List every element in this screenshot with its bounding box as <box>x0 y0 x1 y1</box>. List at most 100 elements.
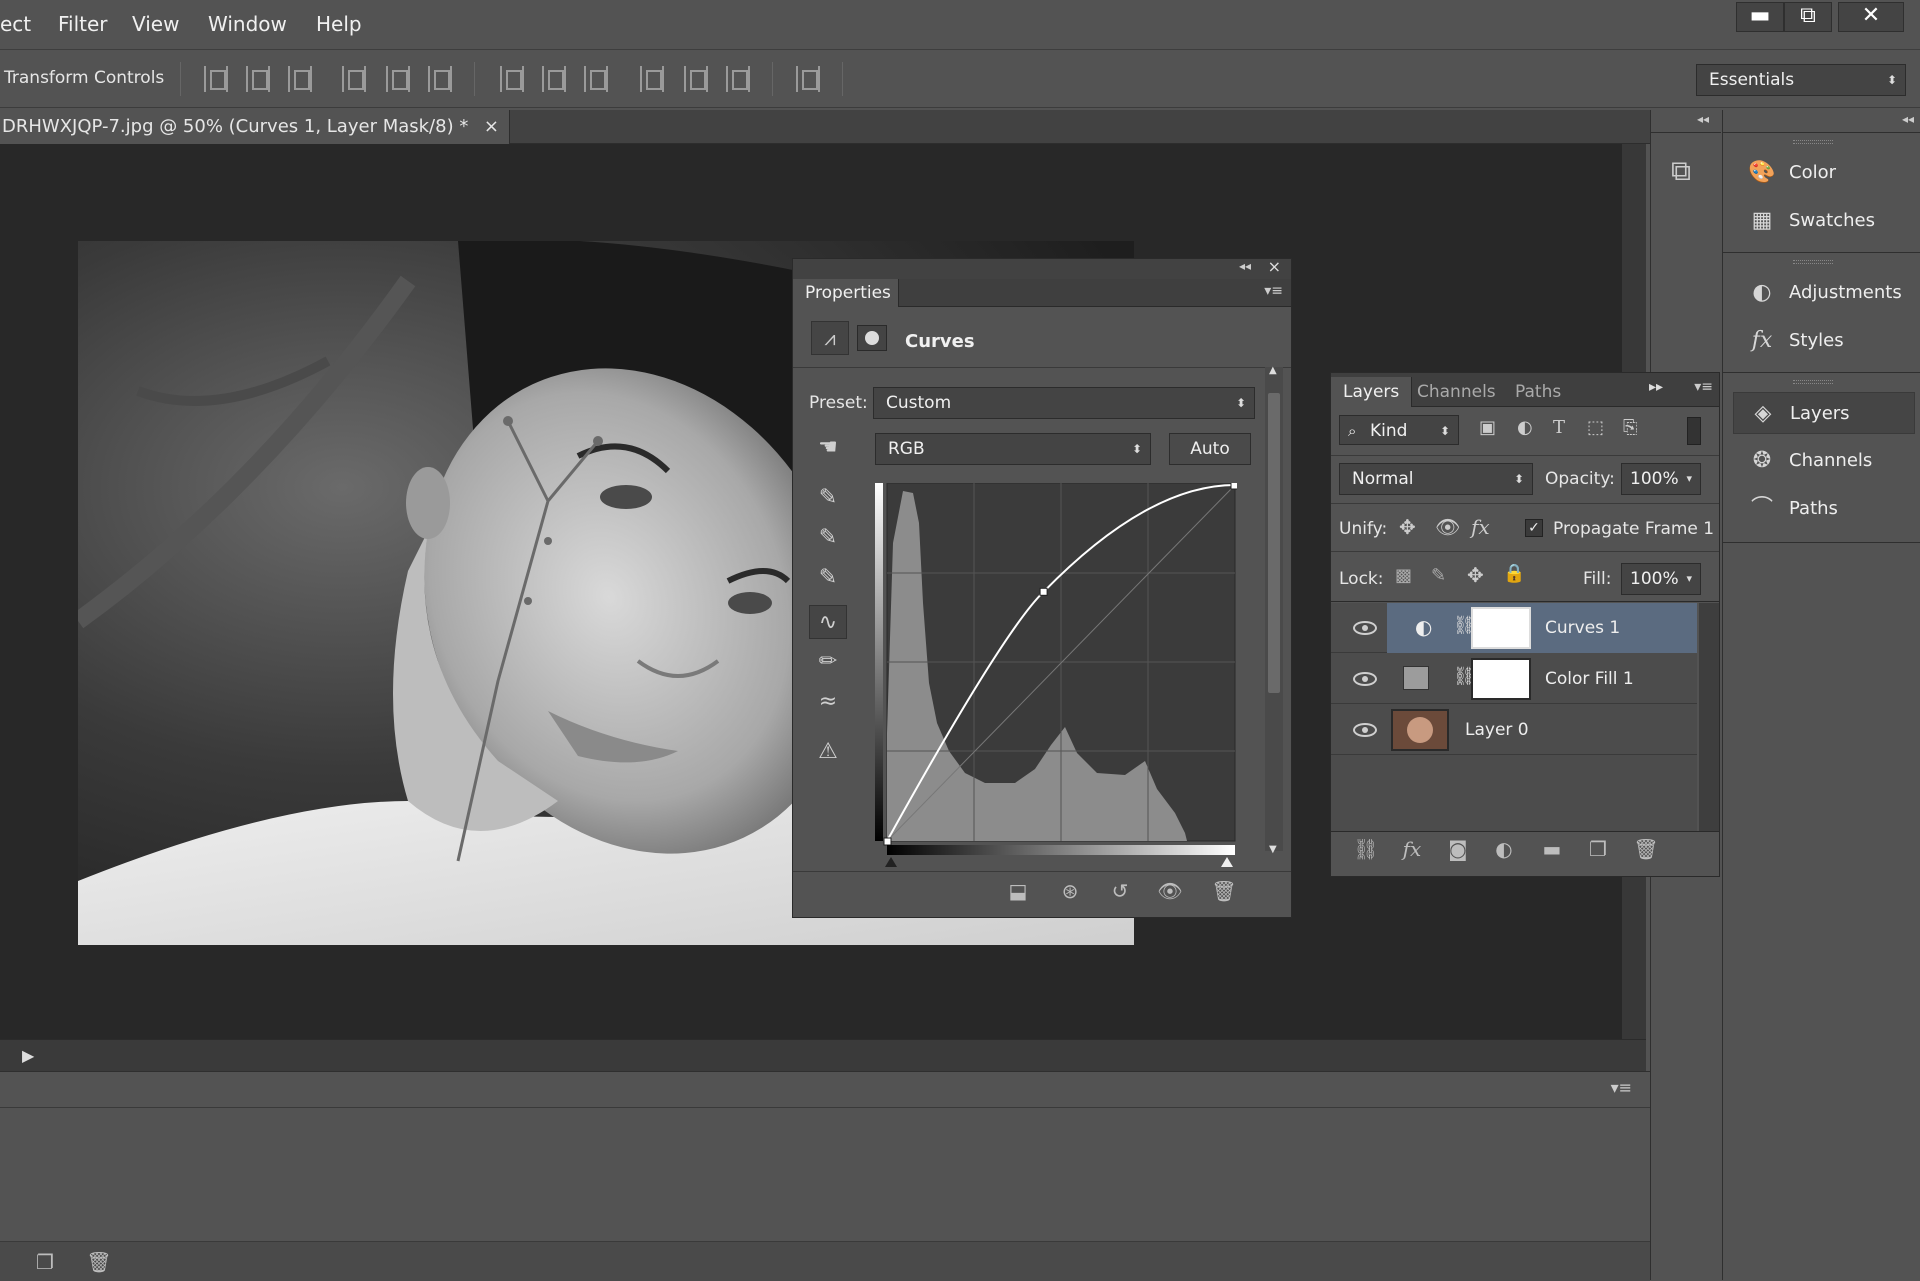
gray-eyedropper-icon[interactable]: ✎ <box>809 521 847 555</box>
clipping-warning-icon[interactable]: ⚠ <box>809 735 847 769</box>
layer-mask-thumbnail[interactable] <box>1471 658 1531 700</box>
visibility-eye-icon[interactable] <box>1353 672 1377 686</box>
filter-adjustment-icon[interactable]: ◐ <box>1517 417 1533 438</box>
menu-window[interactable]: Window <box>208 12 287 36</box>
close-window-button[interactable]: ✕ <box>1838 2 1904 32</box>
align-left-icon[interactable] <box>342 66 366 92</box>
scroll-down-icon[interactable]: ▼ <box>1269 844 1277 855</box>
close-tab-icon[interactable]: × <box>484 110 499 144</box>
visibility-eye-icon[interactable] <box>1353 621 1377 635</box>
properties-scrollbar[interactable]: ▲ ▼ <box>1265 365 1283 855</box>
dock-item-layers[interactable]: ◈ Layers <box>1733 392 1915 434</box>
dock-item-swatches[interactable]: ▦ Swatches <box>1733 200 1915 242</box>
panel-menu-icon[interactable]: ▾≡ <box>1694 379 1713 395</box>
restore-button[interactable]: ⧉ <box>1784 2 1832 32</box>
white-eyedropper-icon[interactable]: ✎ <box>809 561 847 595</box>
menu-filter[interactable]: Filter <box>58 12 108 36</box>
clip-to-layer-icon[interactable]: ⬓ <box>1003 879 1033 903</box>
new-layer-icon[interactable]: ❐ <box>1583 837 1613 861</box>
blend-mode-dropdown[interactable]: Normal ⬍ <box>1339 463 1533 495</box>
reset-icon[interactable]: ↺ <box>1105 879 1135 903</box>
align-vcenter-icon[interactable] <box>246 66 270 92</box>
unify-visibility-icon[interactable]: 👁 <box>1435 515 1460 539</box>
black-eyedropper-icon[interactable]: ✎ <box>809 481 847 515</box>
panel-grip[interactable] <box>1793 380 1833 384</box>
opacity-field[interactable]: 100% ▾ <box>1621 463 1701 495</box>
new-frame-icon[interactable]: ❐ <box>30 1250 60 1274</box>
auto-align-icon[interactable] <box>796 66 820 92</box>
distribute-top-icon[interactable] <box>500 66 524 92</box>
dock-item-adjustments[interactable]: ◐ Adjustments <box>1733 272 1915 314</box>
collapse-icon[interactable]: ◂◂ <box>1239 259 1251 273</box>
panel-grip[interactable] <box>1793 140 1833 144</box>
lock-all-icon[interactable]: 🔒 <box>1503 563 1525 584</box>
mask-icon[interactable] <box>857 325 887 351</box>
history-icon[interactable]: ⧉ <box>1671 154 1691 188</box>
delete-layer-icon[interactable]: 🗑 <box>1631 837 1661 861</box>
filter-toggle[interactable] <box>1687 417 1701 445</box>
layer-name[interactable]: Layer 0 <box>1465 705 1529 755</box>
layer-row-layer0[interactable]: Layer 0 <box>1331 705 1697 755</box>
smooth-curve-icon[interactable]: ≈ <box>809 685 847 719</box>
play-icon[interactable]: ▶ <box>22 1046 34 1065</box>
filter-shape-icon[interactable]: ⬚ <box>1587 417 1604 438</box>
fill-field[interactable]: 100% ▾ <box>1621 563 1701 595</box>
collapse-dock-icon[interactable]: ◂◂ <box>1902 112 1914 126</box>
new-group-icon[interactable]: ▬ <box>1537 837 1567 861</box>
layer-row-color-fill[interactable]: ⛓ Color Fill 1 <box>1331 654 1697 704</box>
panel-grip[interactable] <box>1793 260 1833 264</box>
target-adjust-hand-icon[interactable]: ☚ <box>809 431 847 465</box>
layer-thumbnail[interactable] <box>1391 709 1449 751</box>
view-previous-state-icon[interactable]: ⊛ <box>1055 879 1085 903</box>
pencil-icon[interactable]: ✏ <box>809 645 847 679</box>
workspace-dropdown[interactable]: Essentials ⬍ <box>1696 64 1906 96</box>
filter-kind-dropdown[interactable]: ⌕ Kind ⬍ <box>1339 415 1459 445</box>
delete-adjustment-icon[interactable]: 🗑 <box>1209 879 1239 903</box>
menu-select[interactable]: ect <box>0 12 31 36</box>
curve-edit-icon[interactable]: ∿ <box>809 605 847 639</box>
distribute-left-icon[interactable] <box>640 66 664 92</box>
align-bottom-icon[interactable] <box>288 66 312 92</box>
layer-name[interactable]: Color Fill 1 <box>1545 654 1634 704</box>
horizontal-scrollbar[interactable]: ▶ <box>0 1039 1646 1071</box>
align-top-icon[interactable] <box>204 66 228 92</box>
menu-help[interactable]: Help <box>316 12 362 36</box>
channel-dropdown[interactable]: RGB ⬍ <box>875 433 1151 465</box>
menu-view[interactable]: View <box>132 12 179 36</box>
distribute-vcenter-icon[interactable] <box>542 66 566 92</box>
curves-adjustment-icon[interactable]: ⩘ <box>811 321 849 355</box>
dock-item-channels[interactable]: ❂ Channels <box>1733 440 1915 482</box>
document-tab[interactable]: DRHWXJQP-7.jpg @ 50% (Curves 1, Layer Ma… <box>0 110 510 144</box>
visibility-eye-icon[interactable] <box>1353 723 1377 737</box>
preset-dropdown[interactable]: Custom ⬍ <box>873 387 1255 419</box>
lock-position-icon[interactable]: ✥ <box>1467 563 1484 587</box>
filter-type-icon[interactable]: T <box>1553 417 1565 438</box>
add-mask-icon[interactable]: ◙ <box>1443 837 1473 861</box>
expand-icon[interactable]: ▸▸ <box>1649 379 1663 395</box>
add-style-icon[interactable]: fx <box>1397 837 1427 861</box>
transform-controls-label[interactable]: Transform Controls <box>4 68 164 88</box>
layer-mask-thumbnail[interactable] <box>1471 607 1531 649</box>
align-right-icon[interactable] <box>428 66 452 92</box>
panel-menu-icon[interactable]: ▾≡ <box>1611 1078 1632 1097</box>
layer-row-curves[interactable]: ◐ ⛓ Curves 1 <box>1331 603 1697 653</box>
link-layers-icon[interactable]: ⛓ <box>1351 837 1381 861</box>
distribute-hcenter-icon[interactable] <box>684 66 708 92</box>
filter-pixel-icon[interactable]: ▣ <box>1479 417 1496 438</box>
panel-menu-icon[interactable]: ▾≡ <box>1264 283 1283 299</box>
collapse-arrows-icon[interactable]: ◂◂ <box>1697 112 1709 126</box>
lock-pixels-icon[interactable]: ✎ <box>1431 565 1446 586</box>
tab-channels[interactable]: Channels <box>1405 377 1508 407</box>
delete-frame-icon[interactable]: 🗑 <box>84 1250 114 1274</box>
layers-scrollbar[interactable] <box>1699 603 1719 831</box>
distribute-right-icon[interactable] <box>726 66 750 92</box>
tab-properties[interactable]: Properties <box>793 279 899 307</box>
dock-item-styles[interactable]: fx Styles <box>1733 320 1915 362</box>
tab-paths[interactable]: Paths <box>1503 377 1573 407</box>
align-hcenter-icon[interactable] <box>386 66 410 92</box>
lock-transparency-icon[interactable]: ▩ <box>1395 565 1412 586</box>
panel-titlebar[interactable]: ◂◂ × <box>793 257 1291 279</box>
dock-item-paths[interactable]: ⌒ Paths <box>1733 488 1915 530</box>
close-panel-icon[interactable]: × <box>1268 257 1281 276</box>
new-adjustment-icon[interactable]: ◐ <box>1489 837 1519 861</box>
